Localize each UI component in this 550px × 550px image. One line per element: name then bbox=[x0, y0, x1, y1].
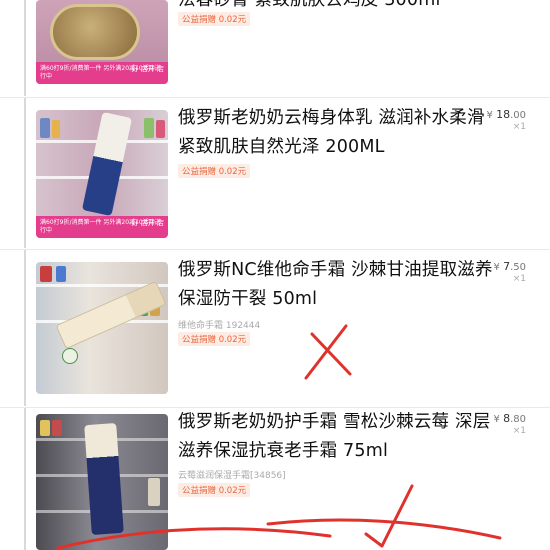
donation-badge: 公益捐赠 0.02元 bbox=[178, 12, 251, 26]
donation-badge: 公益捐赠 0.02元 bbox=[178, 483, 251, 497]
product-jar bbox=[50, 4, 140, 60]
row-separator bbox=[24, 250, 26, 406]
product-thumbnail[interactable] bbox=[36, 414, 168, 550]
row-separator bbox=[24, 0, 26, 96]
promo-strip: 满60打9折/消费第一件 另外满20减10活动进行中 好 店开 店 bbox=[36, 62, 168, 84]
product-tube bbox=[81, 111, 133, 217]
row-separator bbox=[24, 98, 26, 248]
product-thumbnail[interactable]: 满60打9折/消费第一件 另外满20减10活动进行中 好 店开 店 bbox=[36, 0, 168, 84]
product-variant: 云莓滋润保湿手霜[34856] bbox=[178, 471, 286, 481]
item-price: ¥ 7.50 bbox=[493, 260, 526, 273]
order-item-4[interactable]: 俄罗斯老奶奶护手霜 雪松沙棘云莓 深层滋养保湿抗衰老手霜 75ml 云莓滋润保湿… bbox=[0, 408, 550, 550]
order-item-3[interactable]: 俄罗斯NC维他命手霜 沙棘甘油提取滋养保湿防干裂 50ml 维他命手霜 1924… bbox=[0, 250, 550, 406]
item-quantity: ×1 bbox=[512, 426, 526, 436]
product-thumbnail[interactable] bbox=[36, 262, 168, 394]
item-quantity: ×1 bbox=[512, 122, 526, 132]
item-price: ¥ 8.80 bbox=[493, 412, 526, 425]
item-quantity: ×1 bbox=[512, 274, 526, 284]
product-title[interactable]: 俄罗斯老奶奶护手霜 雪松沙棘云莓 深层滋养保湿抗衰老手霜 75ml bbox=[178, 408, 498, 466]
row-separator bbox=[24, 408, 26, 550]
product-title[interactable]: 俄罗斯老奶奶云梅身体乳 滋润补水柔滑紧致肌肤自然光泽 200ML bbox=[178, 104, 498, 162]
donation-badge: 公益捐赠 0.02元 bbox=[178, 332, 251, 346]
product-thumbnail[interactable]: 满60打9折/消费第一件 另外满20减10活动进行中 好 店开 店 bbox=[36, 110, 168, 238]
promo-strip: 满60打9折/消费第一件 另外满20减10活动进行中 好 店开 店 bbox=[36, 216, 168, 238]
product-variant: 维他命手霜 192444 bbox=[178, 321, 261, 331]
order-item-1[interactable]: 满60打9折/消费第一件 另外满20减10活动进行中 好 店开 店 法春砂膏 紧… bbox=[0, 0, 550, 96]
donation-badge: 公益捐赠 0.02元 bbox=[178, 164, 251, 178]
order-item-2[interactable]: 满60打9折/消费第一件 另外满20减10活动进行中 好 店开 店 俄罗斯老奶奶… bbox=[0, 98, 550, 248]
product-title[interactable]: 俄罗斯NC维他命手霜 沙棘甘油提取滋养保湿防干裂 50ml bbox=[178, 256, 498, 314]
item-price: ¥ 18.00 bbox=[486, 108, 526, 121]
